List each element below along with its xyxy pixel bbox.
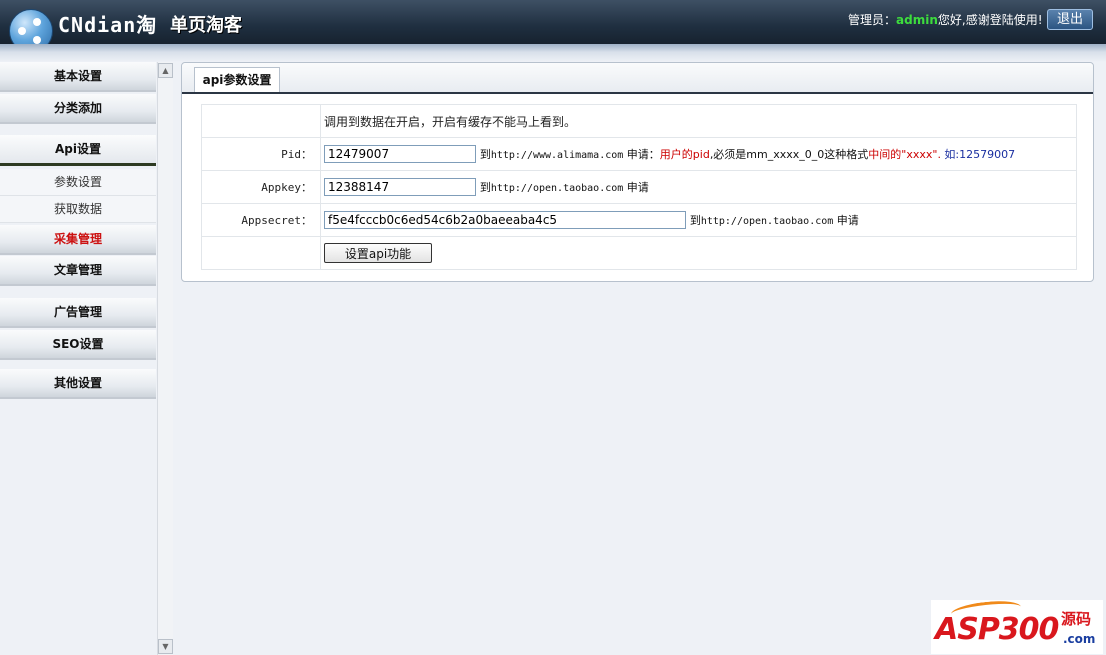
watermark-side-text: 源码: [1061, 610, 1092, 628]
sidebar: 基本设置 分类添加 Api设置 参数设置 获取数据 采集管理 文章管理 广告管理…: [0, 62, 156, 655]
logo-subtitle: 单页淘客: [170, 15, 242, 36]
sidebar-item-seo-settings[interactable]: SEO设置: [0, 330, 156, 360]
notice-row: 调用到数据在开启，开启有缓存不能马上看到。: [201, 104, 1077, 138]
header-divider: [0, 44, 1106, 62]
appsecret-label: Appsecret：: [201, 203, 321, 237]
set-api-button[interactable]: 设置api功能: [324, 243, 432, 263]
sidebar-item-other-settings[interactable]: 其他设置: [0, 369, 156, 399]
pid-label: Pid：: [201, 137, 321, 171]
submit-row: 设置api功能: [201, 236, 1077, 270]
greeting-text: 您好,感谢登陆使用!: [937, 13, 1043, 27]
scroll-down-icon[interactable]: ▼: [158, 639, 173, 654]
watermark-main-text: ASP300: [935, 612, 1059, 647]
sidebar-subitem-fetch-data[interactable]: 获取数据: [0, 196, 156, 223]
pid-input[interactable]: [324, 145, 476, 163]
appkey-label: Appkey：: [201, 170, 321, 204]
pid-row: Pid： 到http://www.alimama.com 申请：用户的pid,必…: [201, 137, 1077, 171]
sidebar-item-basic-settings[interactable]: 基本设置: [0, 62, 156, 92]
sidebar-scrollbar[interactable]: [157, 62, 173, 655]
logo-text: CNdian淘: [58, 13, 158, 37]
admin-label: 管理员：: [848, 13, 897, 27]
api-settings-panel: api参数设置 调用到数据在开启，开启有缓存不能马上看到。 Pid： 到http…: [181, 62, 1094, 282]
admin-greeting: 管理员：admin您好,感谢登陆使用!: [848, 11, 1043, 28]
appsecret-input[interactable]: [324, 211, 686, 229]
pid-hint: 到http://www.alimama.com 申请：用户的pid,必须是mm_…: [479, 148, 1016, 161]
appkey-input[interactable]: [324, 178, 476, 196]
top-header: CNdian淘 单页淘客 管理员：admin您好,感谢登陆使用! 退出: [0, 0, 1106, 53]
sidebar-item-add-category[interactable]: 分类添加: [0, 94, 156, 124]
sidebar-subitem-params[interactable]: 参数设置: [0, 169, 156, 196]
appkey-hint: 到http://open.taobao.com 申请: [479, 181, 649, 194]
sidebar-item-ad-manage[interactable]: 广告管理: [0, 298, 156, 328]
admin-name: admin: [896, 13, 938, 27]
api-form: 调用到数据在开启，开启有缓存不能马上看到。 Pid： 到http://www.a…: [201, 104, 1077, 270]
sidebar-item-collect-manage[interactable]: 采集管理: [0, 225, 156, 255]
appsecret-hint: 到http://open.taobao.com 申请: [689, 214, 859, 227]
alimama-link[interactable]: http://www.alimama.com: [491, 150, 623, 161]
panel-tabbar: api参数设置: [182, 63, 1093, 94]
appkey-row: Appkey： 到http://open.taobao.com 申请: [201, 170, 1077, 204]
watermark-com-text: .com: [1063, 632, 1096, 646]
notice-text: 调用到数据在开启，开启有缓存不能马上看到。: [320, 104, 1077, 138]
sidebar-item-api-settings[interactable]: Api设置: [0, 135, 156, 166]
logout-button[interactable]: 退出: [1047, 9, 1093, 30]
asp300-watermark: ASP300 源码 .com: [931, 598, 1103, 654]
tab-api-params[interactable]: api参数设置: [194, 67, 280, 92]
sidebar-item-article-manage[interactable]: 文章管理: [0, 256, 156, 286]
taobao-open-link[interactable]: http://open.taobao.com: [491, 183, 623, 194]
appsecret-row: Appsecret： 到http://open.taobao.com 申请: [201, 203, 1077, 237]
taobao-open-link-2[interactable]: http://open.taobao.com: [701, 216, 833, 227]
scroll-up-icon[interactable]: ▲: [158, 63, 173, 78]
